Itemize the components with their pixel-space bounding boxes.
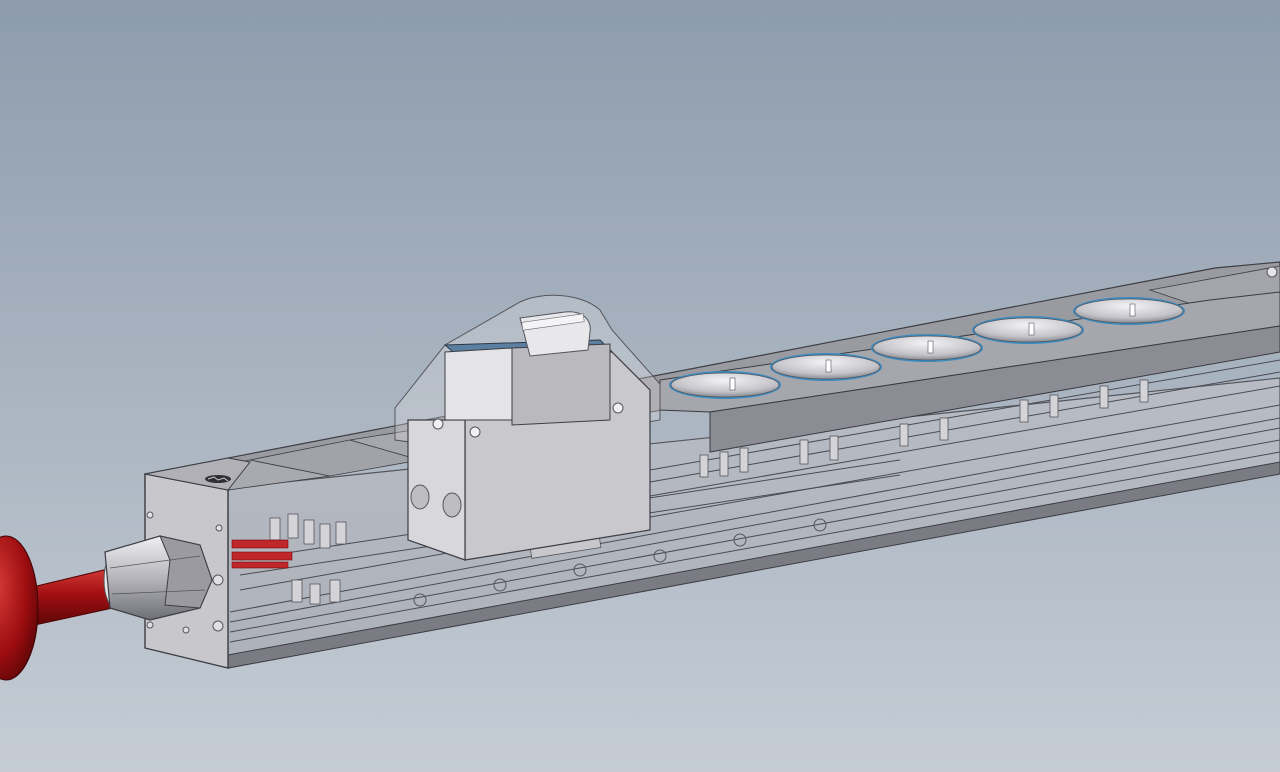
socket-3[interactable]: [871, 334, 983, 362]
terminal-screw-icon: [432, 418, 444, 430]
internal-red-wires: [231, 539, 293, 569]
socket-4[interactable]: [972, 316, 1084, 344]
end-cap-screw-icon: [182, 626, 190, 634]
terminal-screw-icon: [410, 484, 430, 510]
end-screw-icon: [1266, 266, 1278, 278]
socket-5[interactable]: [1073, 297, 1185, 325]
terminal-screw-icon: [469, 426, 481, 438]
end-cap-screw-icon: [212, 620, 224, 632]
logo-icon: [205, 475, 231, 483]
socket-1[interactable]: [669, 371, 781, 399]
breaker-upper-block: [444, 347, 513, 421]
cad-viewport[interactable]: [0, 0, 1280, 772]
cable-gland[interactable]: [103, 535, 213, 621]
end-cap-screw-icon: [215, 524, 223, 532]
socket-2[interactable]: [770, 353, 882, 381]
end-cap-screw-icon: [212, 574, 224, 586]
end-cap-screw-icon: [146, 511, 154, 519]
breaker-right-block: [511, 343, 611, 426]
cad-model-scene[interactable]: [0, 0, 1280, 772]
end-cap-screw-icon: [146, 621, 154, 629]
terminal-screw-icon: [612, 402, 624, 414]
terminal-screw-icon: [442, 492, 462, 518]
